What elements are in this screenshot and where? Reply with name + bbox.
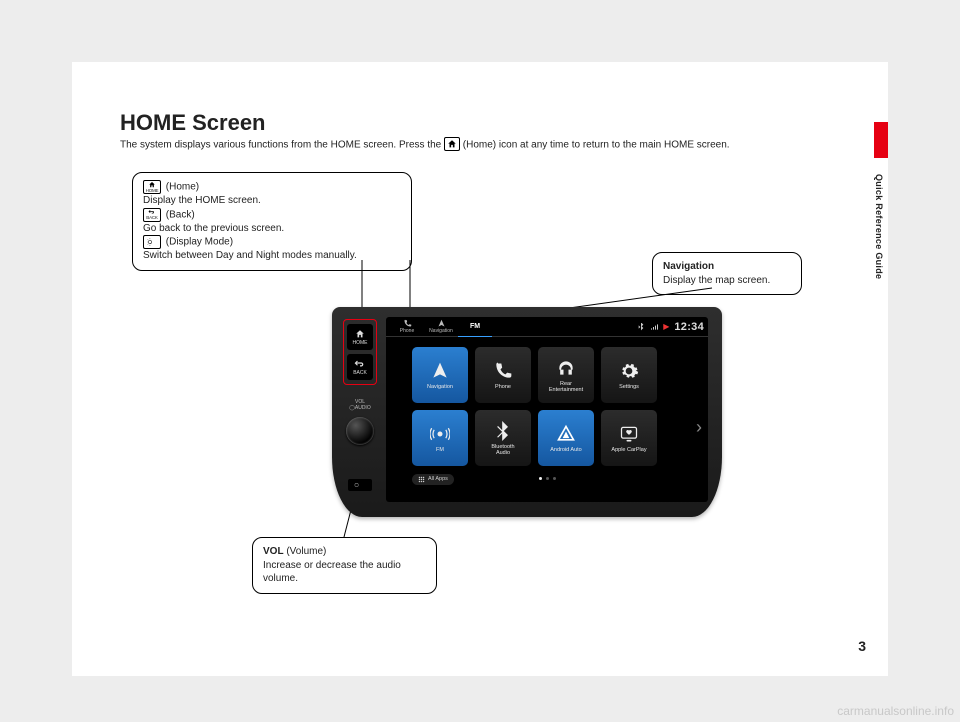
- tab-bar: Phone Navigation FM ▶ 12:34: [386, 317, 708, 337]
- android-auto-icon: [555, 423, 577, 445]
- app-phone[interactable]: Phone: [475, 347, 531, 403]
- tab-phone[interactable]: Phone: [390, 317, 424, 337]
- callout-physical-buttons: HOME (Home) Display the HOME screen. BAC…: [132, 172, 412, 271]
- chevron-right-icon[interactable]: ›: [696, 417, 702, 438]
- phone-icon: [492, 360, 514, 382]
- app-rear-label: RearEntertainment: [549, 382, 583, 394]
- carplay-icon: [618, 423, 640, 445]
- page-number: 3: [858, 638, 866, 654]
- app-rear-entertainment[interactable]: RearEntertainment: [538, 347, 594, 403]
- clock: 12:34: [674, 321, 704, 333]
- bezel-left: HOME BACK VOL ◯AUDIO: [340, 319, 380, 469]
- app-cp-label: Apple CarPlay: [611, 448, 646, 454]
- radio-icon: [429, 423, 451, 445]
- app-bt-label: BluetoothAudio: [491, 445, 514, 457]
- callout-navigation: Navigation Display the map screen.: [652, 252, 802, 295]
- page-dots: [537, 476, 558, 482]
- grid-icon: [418, 476, 425, 483]
- manual-page: Quick Reference Guide 3 HOME Screen The …: [72, 62, 888, 676]
- vol-title: VOL: [263, 546, 284, 557]
- callout-volume: VOL (Volume) Increase or decrease the au…: [252, 537, 437, 594]
- app-grid: Navigation Phone RearEntertainment Setti…: [386, 337, 708, 470]
- home-icon: HOME: [143, 180, 161, 194]
- volume-knob[interactable]: [346, 417, 374, 445]
- app-phone-label: Phone: [495, 385, 511, 391]
- all-apps-label: All Apps: [428, 476, 448, 482]
- tab-nav-label: Navigation: [429, 328, 453, 334]
- back-label: (Back): [163, 209, 195, 220]
- page-title: HOME Screen: [120, 110, 266, 136]
- back-icon: BACK: [143, 208, 161, 222]
- display-mode-button[interactable]: [348, 479, 372, 491]
- mode-label: (Display Mode): [163, 237, 233, 248]
- app-fm-label: FM: [436, 448, 444, 454]
- tab-navigation[interactable]: Navigation: [424, 317, 458, 337]
- vol-title-suffix: (Volume): [284, 546, 327, 557]
- screen-footer: All Apps: [386, 470, 708, 488]
- nav-title: Navigation: [663, 261, 714, 272]
- home-button-label: HOME: [353, 340, 368, 346]
- back-button-label: BACK: [353, 370, 367, 376]
- subhead-after: (Home) icon at any time to return to the…: [460, 140, 730, 151]
- app-bluetooth-audio[interactable]: BluetoothAudio: [475, 410, 531, 466]
- display-mode-icon: [143, 235, 161, 249]
- page-subhead: The system displays various functions fr…: [120, 138, 730, 152]
- app-aa-label: Android Auto: [550, 448, 582, 454]
- play-icon: ▶: [663, 322, 669, 331]
- vol-desc: Increase or decrease the audio volume.: [263, 560, 401, 585]
- home-icon-inline: [444, 137, 460, 151]
- all-apps-button[interactable]: All Apps: [412, 474, 454, 485]
- vol-audio-label: VOL ◯AUDIO: [349, 399, 370, 411]
- subhead-before: The system displays various functions fr…: [120, 140, 444, 151]
- app-settings-label: Settings: [619, 385, 639, 391]
- home-label: (Home): [163, 182, 199, 193]
- app-fm[interactable]: FM: [412, 410, 468, 466]
- mode-desc: Switch between Day and Night modes manua…: [143, 249, 401, 263]
- touchscreen[interactable]: Phone Navigation FM ▶ 12:34: [386, 317, 708, 502]
- bluetooth-audio-icon: [492, 420, 514, 442]
- tab-phone-label: Phone: [400, 328, 414, 334]
- app-navigation[interactable]: Navigation: [412, 347, 468, 403]
- app-android-auto[interactable]: Android Auto: [538, 410, 594, 466]
- home-button[interactable]: HOME: [347, 324, 373, 350]
- tab-fm[interactable]: FM: [458, 317, 492, 337]
- infotainment-unit: HOME BACK VOL ◯AUDIO Phone: [332, 307, 722, 517]
- tab-fm-label: FM: [470, 323, 480, 330]
- signal-icon: [650, 323, 658, 331]
- app-settings[interactable]: Settings: [601, 347, 657, 403]
- app-navigation-label: Navigation: [427, 385, 453, 391]
- gear-icon: [618, 360, 640, 382]
- home-desc: Display the HOME screen.: [143, 194, 401, 208]
- section-tab: [874, 122, 888, 158]
- app-apple-carplay[interactable]: Apple CarPlay: [601, 410, 657, 466]
- bluetooth-icon: [637, 323, 645, 331]
- watermark: carmanualsonline.info: [837, 704, 954, 718]
- headphones-icon: [555, 357, 577, 379]
- side-title: Quick Reference Guide: [874, 174, 884, 279]
- status-bar: ▶ 12:34: [637, 321, 704, 333]
- back-desc: Go back to the previous screen.: [143, 222, 401, 236]
- physical-button-group: HOME BACK: [343, 319, 377, 385]
- back-button[interactable]: BACK: [347, 354, 373, 380]
- nav-desc: Display the map screen.: [663, 275, 770, 286]
- navigation-icon: [429, 360, 451, 382]
